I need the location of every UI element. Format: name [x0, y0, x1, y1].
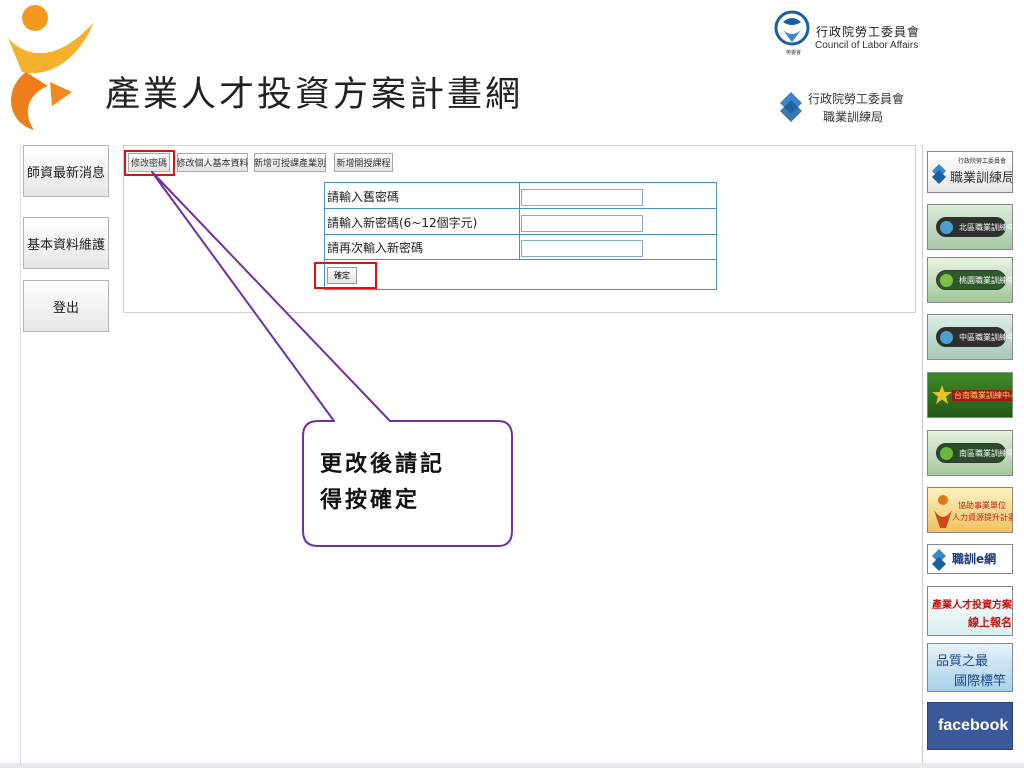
banner-pill: 北區職業訓練中心: [936, 217, 1012, 237]
banner-south-training-center[interactable]: 南區職業訓練中心: [927, 430, 1013, 476]
banner-line2: 人力資源提升計畫: [952, 513, 1013, 522]
globe-icon: [940, 331, 953, 344]
banner-central-training-center[interactable]: 中區職業訓練中心: [927, 314, 1013, 360]
banner-line1: 品質之最: [936, 654, 989, 669]
banner-north-training-center[interactable]: 北區職業訓練中心: [927, 204, 1013, 250]
banner-evta[interactable]: 職訓e網: [927, 544, 1013, 574]
banner-line1: 協助事業單位: [958, 501, 1006, 510]
banner-line2: 線上報名: [968, 616, 1012, 629]
banner-label: 南區職業訓練中心: [959, 449, 1012, 458]
banner-bvt[interactable]: 行政院勞工委員會 職業訓練局: [927, 151, 1013, 193]
callout-bubble: [151, 171, 513, 547]
callout-line1: 更改後請記: [320, 451, 446, 477]
facebook-logo: facebook: [938, 717, 1009, 734]
bottom-bar: [0, 763, 1024, 768]
banner-label: 北區職業訓練中心: [959, 223, 1012, 232]
banner-taoyuan-training-center[interactable]: 桃園職業訓練中心: [927, 257, 1013, 303]
callout-line2: 得按確定: [320, 487, 421, 513]
banner-pill: 桃園職業訓練中心: [936, 270, 1012, 290]
banner-label: 台南職業訓練中心: [952, 390, 1012, 401]
banner-online-registration[interactable]: 產業人才投資方案 線上報名: [927, 586, 1013, 636]
banner-label: 桃園職業訓練中心: [959, 276, 1012, 285]
banner-pill: 中區職業訓練中心: [936, 327, 1012, 347]
globe-icon: [940, 221, 953, 234]
banner-facebook[interactable]: facebook: [927, 702, 1013, 750]
banner-line2: 國際標竿: [954, 674, 1007, 689]
banner-tainan-training-center[interactable]: 台南職業訓練中心: [927, 372, 1013, 418]
banner-quality[interactable]: 品質之最 國際標竿: [927, 643, 1013, 692]
diamond-icon: [932, 549, 946, 571]
diamond-icon: [932, 164, 946, 184]
callout-text: 更改後請記 得按確定: [320, 446, 500, 518]
banner-line1: 產業人才投資方案: [932, 600, 1012, 611]
people-icon: [934, 495, 952, 528]
banner-bvt-line1: 行政院勞工委員會: [958, 158, 1007, 165]
banner-pill: 南區職業訓練中心: [936, 443, 1012, 463]
leaf-icon: [940, 274, 953, 287]
banner-label: 職訓e網: [952, 552, 997, 566]
star-icon: [932, 385, 952, 404]
dollar-icon: [940, 447, 953, 460]
banner-label: 中區職業訓練中心: [959, 333, 1012, 342]
banner-hr-enhancement[interactable]: 協助事業單位 人力資源提升計畫: [927, 487, 1013, 533]
banner-bvt-line2: 職業訓練局: [950, 171, 1013, 186]
